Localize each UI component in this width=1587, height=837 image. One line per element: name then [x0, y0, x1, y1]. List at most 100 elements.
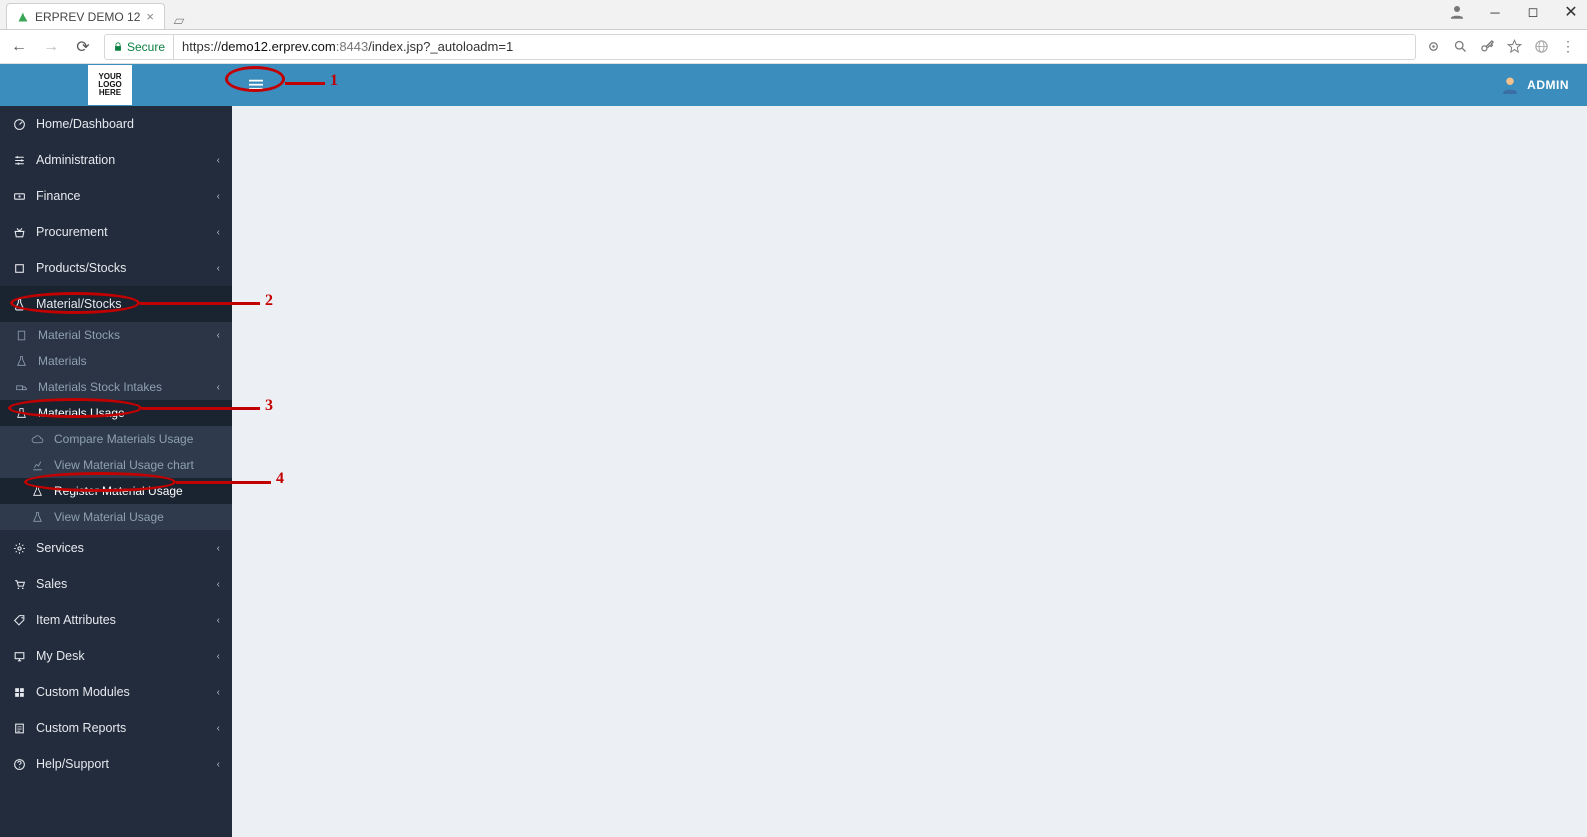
user-menu[interactable]: ADMIN [1501, 76, 1587, 94]
key-icon[interactable] [1480, 38, 1495, 55]
sidebar-sub-material-stocks[interactable]: Material Stocks ‹ [0, 322, 232, 348]
sidebar-item-label: Procurement [36, 225, 207, 239]
tab-title: ERPREV DEMO 12 [35, 10, 140, 24]
sidebar-item-services[interactable]: Services ‹ [0, 530, 232, 566]
sidebar-item-label: My Desk [36, 649, 207, 663]
hamburger-icon [248, 78, 264, 92]
truck-icon [12, 226, 26, 239]
sidebar-item-attributes[interactable]: Item Attributes ‹ [0, 602, 232, 638]
lock-icon [113, 41, 123, 53]
window-maximize-icon[interactable]: ◻ [1523, 2, 1543, 22]
star-icon[interactable] [1507, 38, 1522, 55]
sidebar-sub2-view-chart[interactable]: View Material Usage chart [0, 452, 232, 478]
sidebar-item-label: Compare Materials Usage [54, 432, 220, 446]
gear-icon [12, 542, 26, 555]
sidebar-item-administration[interactable]: Administration ‹ [0, 142, 232, 178]
sidebar-item-label: Finance [36, 189, 207, 203]
tab-favicon [17, 11, 29, 23]
app-topbar: YOUR LOGO HERE ADMIN [0, 64, 1587, 106]
sidebar-item-label: Item Attributes [36, 613, 207, 627]
url-text: https://demo12.erprev.com:8443/index.jsp… [174, 39, 521, 54]
chrome-menu-icon[interactable]: ⋮ [1561, 38, 1575, 55]
sidebar-sub2-register-usage[interactable]: Register Material Usage [0, 478, 232, 504]
secure-badge: Secure [105, 35, 174, 59]
sidebar-sub2-compare-usage[interactable]: Compare Materials Usage [0, 426, 232, 452]
chevron-left-icon: ‹ [217, 687, 220, 698]
truck-icon [14, 381, 28, 394]
tags-icon [12, 614, 26, 627]
sidebar-item-label: Materials Usage [38, 406, 220, 420]
money-icon [12, 190, 26, 203]
chevron-left-icon: ‹ [217, 227, 220, 238]
sidebar-item-help[interactable]: Help/Support ‹ [0, 746, 232, 782]
cloud-icon [30, 433, 44, 446]
new-tab-button[interactable]: ▱ [169, 11, 189, 29]
sidebar-item-products[interactable]: Products/Stocks ‹ [0, 250, 232, 286]
sidebar-sub-stock-intakes[interactable]: Materials Stock Intakes ‹ [0, 374, 232, 400]
avatar-icon [1501, 76, 1519, 94]
sidebar-item-procurement[interactable]: Procurement ‹ [0, 214, 232, 250]
secure-label: Secure [127, 40, 165, 54]
logo-line: HERE [99, 89, 121, 97]
sidebar-item-mydesk[interactable]: My Desk ‹ [0, 638, 232, 674]
sidebar-item-label: Custom Modules [36, 685, 207, 699]
beaker-icon [14, 407, 28, 420]
desktop-icon [12, 650, 26, 663]
sidebar-item-sales[interactable]: Sales ‹ [0, 566, 232, 602]
location-icon[interactable] [1426, 38, 1441, 55]
chevron-left-icon: ‹ [217, 615, 220, 626]
sidebar-toggle-button[interactable] [242, 71, 270, 99]
sidebar-item-label: Material/Stocks [36, 297, 220, 311]
window-minimize-icon[interactable]: ─ [1485, 2, 1505, 22]
sidebar-item-label: Services [36, 541, 207, 555]
help-icon [12, 758, 26, 771]
sidebar-item-custom-reports[interactable]: Custom Reports ‹ [0, 710, 232, 746]
extension-icon[interactable] [1534, 38, 1549, 55]
sidebar-item-material-stocks[interactable]: Material/Stocks [0, 286, 232, 322]
sidebar-item-label: Materials [38, 354, 220, 368]
sidebar-item-label: Products/Stocks [36, 261, 207, 275]
browser-toolbar: ← → ⟳ Secure https://demo12.erprev.com:8… [0, 30, 1587, 64]
url-path: /index.jsp?_autoloadm=1 [368, 39, 513, 54]
sidebar-sub-materials[interactable]: Materials [0, 348, 232, 374]
sidebar-item-label: View Material Usage chart [54, 458, 220, 472]
browser-tab[interactable]: ERPREV DEMO 12 × [6, 3, 165, 29]
sidebar-item-label: Register Material Usage [54, 484, 220, 498]
chevron-left-icon: ‹ [217, 382, 220, 393]
nav-back-button[interactable]: ← [8, 38, 30, 56]
nav-reload-button[interactable]: ⟳ [72, 37, 94, 57]
sidebar-item-custom-modules[interactable]: Custom Modules ‹ [0, 674, 232, 710]
sidebar-item-finance[interactable]: Finance ‹ [0, 178, 232, 214]
modules-icon [12, 686, 26, 699]
chevron-left-icon: ‹ [217, 723, 220, 734]
box-icon [12, 262, 26, 275]
chevron-left-icon: ‹ [217, 263, 220, 274]
chrome-profile-icon[interactable] [1447, 2, 1467, 22]
zoom-icon[interactable] [1453, 38, 1468, 55]
sidebar-item-label: Custom Reports [36, 721, 207, 735]
sidebar-item-home[interactable]: Home/Dashboard [0, 106, 232, 142]
sidebar-sub-materials-usage[interactable]: Materials Usage [0, 400, 232, 426]
sidebar-sub2-view-usage[interactable]: View Material Usage [0, 504, 232, 530]
sidebar-item-label: Home/Dashboard [36, 117, 220, 131]
url-host: demo12.erprev.com [221, 39, 336, 54]
tab-close-icon[interactable]: × [146, 9, 154, 24]
chevron-left-icon: ‹ [217, 543, 220, 554]
sidebar-item-label: Help/Support [36, 757, 207, 771]
address-bar[interactable]: Secure https://demo12.erprev.com:8443/in… [104, 34, 1416, 60]
logo[interactable]: YOUR LOGO HERE [88, 65, 132, 105]
sidebar-item-label: Sales [36, 577, 207, 591]
chevron-left-icon: ‹ [217, 155, 220, 166]
cart-icon [12, 578, 26, 591]
flask-icon [12, 298, 26, 311]
sidebar-item-label: Material Stocks [38, 328, 207, 342]
nav-forward-button[interactable]: → [40, 38, 62, 56]
flask-icon [14, 355, 28, 368]
dashboard-icon [12, 118, 26, 131]
url-scheme: https:// [182, 39, 221, 54]
chevron-left-icon: ‹ [217, 579, 220, 590]
sidebar-item-label: View Material Usage [54, 510, 220, 524]
chevron-left-icon: ‹ [217, 330, 220, 341]
report-icon [12, 722, 26, 735]
window-close-icon[interactable]: ✕ [1561, 2, 1581, 22]
